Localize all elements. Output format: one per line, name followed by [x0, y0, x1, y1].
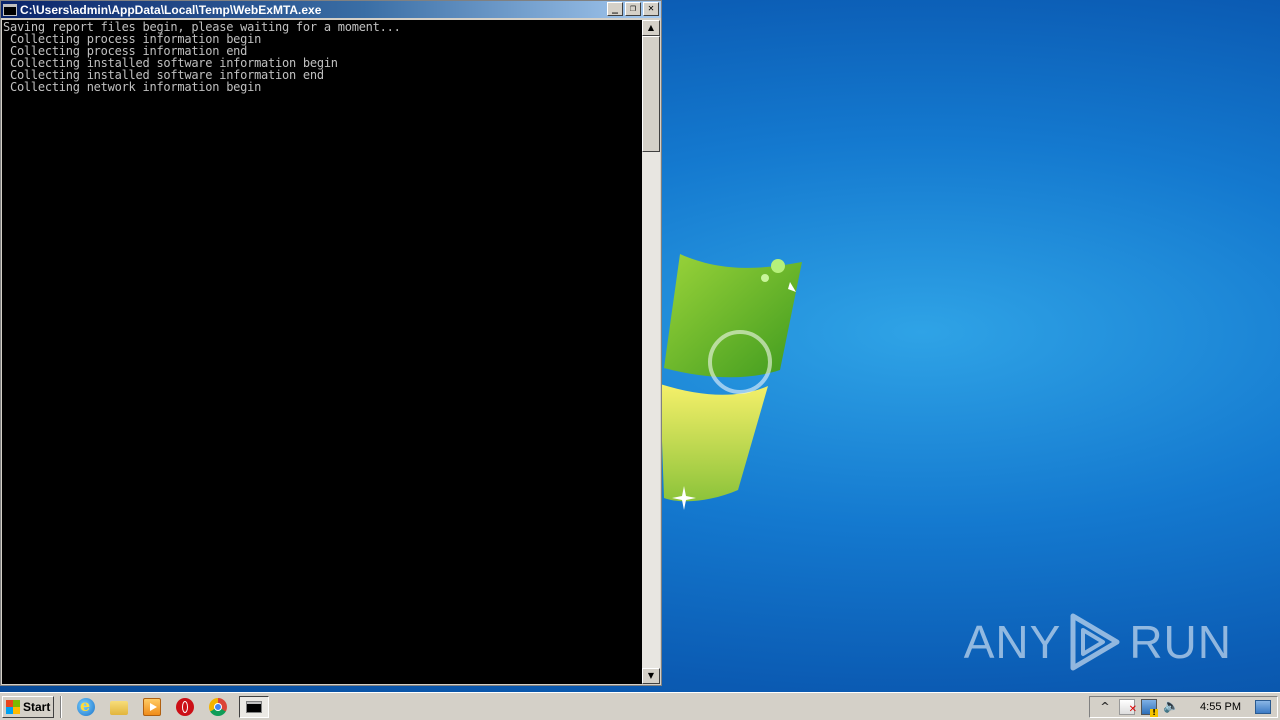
window-titlebar[interactable]: C:\Users\admin\AppData\Local\Temp\WebExM… — [1, 1, 661, 18]
restore-button[interactable]: ❐ — [625, 2, 641, 16]
scroll-up-button[interactable]: ▲ — [642, 20, 660, 36]
system-tray: ^ 🔈 4:55 PM — [1089, 695, 1278, 718]
start-label: Start — [23, 699, 51, 714]
network-warning-icon[interactable] — [1141, 698, 1159, 717]
watermark-text-run: RUN — [1129, 616, 1232, 668]
console-app-icon[interactable] — [3, 3, 17, 16]
windows-flag-icon — [6, 699, 20, 714]
scroll-down-button[interactable]: ▼ — [642, 668, 660, 684]
show-desktop-button[interactable] — [1255, 699, 1271, 714]
internet-explorer-icon[interactable] — [77, 696, 95, 716]
caption-buttons: _ ❐ ✕ — [607, 2, 659, 16]
media-player-icon[interactable] — [143, 697, 161, 716]
minimize-button[interactable]: _ — [607, 2, 623, 16]
console-line: Collecting network information begin — [3, 80, 262, 94]
vertical-scrollbar[interactable]: ▲ ▼ — [642, 20, 660, 684]
action-center-warning-icon[interactable] — [1119, 698, 1137, 718]
anyrun-watermark: ANY RUN — [964, 612, 1232, 672]
windows-logo-icon — [660, 254, 802, 510]
console-window-icon — [246, 700, 262, 713]
console-window[interactable]: C:\Users\admin\AppData\Local\Temp\WebExM… — [0, 0, 662, 686]
taskbar-console-button[interactable] — [239, 695, 269, 718]
folder-icon[interactable] — [110, 700, 128, 715]
tray-expand-icon[interactable]: ^ — [1097, 699, 1113, 715]
opera-icon[interactable] — [176, 697, 194, 716]
play-logo-icon — [1070, 613, 1120, 671]
start-button[interactable]: Start — [2, 695, 54, 718]
console-output-area[interactable]: Saving report files begin, please waitin… — [2, 20, 642, 684]
window-title: C:\Users\admin\AppData\Local\Temp\WebExM… — [20, 2, 322, 17]
console-text: Saving report files begin, please waitin… — [2, 20, 642, 93]
taskbar-clock[interactable]: 4:55 PM — [1200, 701, 1241, 713]
taskbar-separator — [60, 695, 62, 718]
taskbar: Start ^ 🔈 4:55 PM — [0, 692, 1280, 720]
close-button[interactable]: ✕ — [643, 2, 659, 16]
volume-icon[interactable]: 🔈 — [1163, 699, 1179, 715]
watermark-text-any: ANY — [963, 616, 1062, 668]
scroll-thumb[interactable] — [642, 36, 660, 152]
chrome-icon[interactable] — [209, 697, 227, 716]
